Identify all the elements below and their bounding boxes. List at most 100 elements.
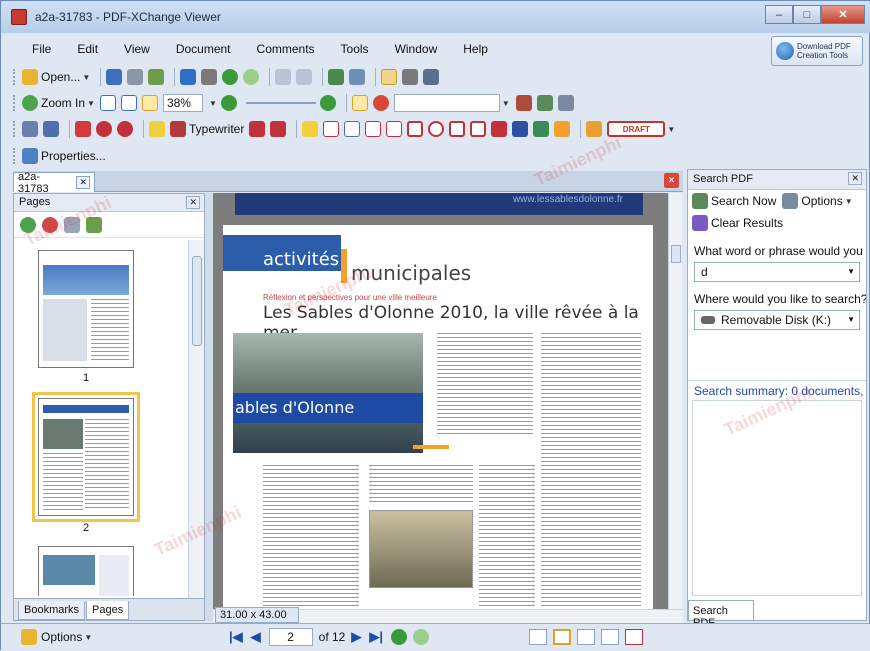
page-thumbnail-3[interactable] [38, 546, 134, 596]
stamp-icon[interactable] [586, 121, 603, 137]
toolbar-grip[interactable] [13, 121, 16, 137]
search-location-select[interactable]: Removable Disk (K:) ▼ [694, 310, 860, 330]
scrollbar-thumb[interactable] [671, 245, 681, 263]
strikeout-icon[interactable] [323, 121, 340, 137]
search-term-combo[interactable]: d ▼ [694, 262, 860, 282]
menu-window[interactable]: Window [395, 42, 438, 56]
line-icon[interactable] [386, 121, 403, 137]
actual-size-icon[interactable] [99, 95, 116, 111]
back-view-icon[interactable] [390, 629, 407, 645]
menu-tools[interactable]: Tools [341, 42, 369, 56]
measure-icon[interactable] [512, 121, 529, 137]
stamp-tool-icon[interactable] [22, 121, 38, 137]
redo-icon[interactable] [296, 69, 313, 85]
highlight-text-icon[interactable] [302, 121, 319, 137]
close-document-icon[interactable]: ✕ [664, 173, 679, 188]
download-pdf-creation-tools-button[interactable]: Download PDF Creation Tools [771, 36, 863, 66]
search-now-button[interactable]: Search Now [692, 193, 776, 209]
email-icon[interactable] [148, 69, 165, 85]
last-page-icon[interactable]: ▶| [369, 629, 383, 645]
zoom-plus-icon[interactable] [319, 95, 336, 111]
chevron-down-icon[interactable]: ▼ [847, 267, 855, 276]
close-tab-icon[interactable]: ✕ [76, 176, 90, 189]
tab-bookmarks[interactable]: Bookmarks [18, 601, 86, 620]
rectangle-icon[interactable] [407, 121, 424, 137]
thumbnail-scrollbar[interactable] [188, 240, 204, 598]
binoculars-icon[interactable] [536, 95, 553, 111]
search-options-icon[interactable] [557, 95, 574, 111]
toolbar-grip[interactable] [13, 148, 16, 164]
document-tab[interactable]: a2a-31783 ✕ [13, 171, 95, 195]
close-panel-icon[interactable]: ✕ [848, 172, 862, 185]
snapshot-icon[interactable] [402, 69, 419, 85]
toolbar-grip[interactable] [13, 69, 16, 85]
draft-stamp-selector[interactable]: DRAFT [607, 121, 666, 137]
clear-results-button[interactable]: Clear Results [692, 215, 783, 231]
menu-help[interactable]: Help [463, 42, 488, 56]
page-number-input[interactable]: 2 [268, 628, 313, 646]
single-page-icon[interactable] [529, 629, 547, 645]
close-panel-icon[interactable]: ✕ [186, 196, 200, 209]
pdf-icon[interactable] [625, 629, 643, 645]
pentagon-icon[interactable] [470, 121, 487, 137]
chevron-down-icon[interactable]: ▼ [87, 99, 95, 108]
chevron-down-icon[interactable]: ▼ [667, 125, 675, 134]
find-icon[interactable] [372, 95, 389, 111]
fit-page-icon[interactable] [120, 95, 137, 111]
document-scrollbar[interactable] [668, 193, 682, 611]
facing-pages-icon[interactable] [577, 629, 595, 645]
comment-icon[interactable] [149, 121, 165, 137]
tab-pages[interactable]: Pages [86, 601, 130, 620]
page-thumbnail-2[interactable] [32, 392, 140, 522]
oval-icon[interactable] [428, 121, 445, 137]
reduce-thumbnails-icon[interactable] [42, 216, 58, 233]
textbox-icon[interactable] [249, 121, 266, 137]
select-text-icon[interactable] [423, 69, 440, 85]
open-button[interactable]: Open... ▼ [22, 69, 90, 85]
zoom-level-field[interactable]: 38% [162, 94, 203, 112]
menu-comments[interactable]: Comments [257, 42, 315, 56]
cloud-icon[interactable] [96, 121, 112, 137]
status-options-button[interactable]: Options ▼ [21, 629, 92, 645]
menu-file[interactable]: File [32, 42, 51, 56]
enlarge-thumbnails-icon[interactable] [20, 216, 36, 233]
maximize-button[interactable]: □ [793, 5, 821, 24]
next-page-icon[interactable]: ▶ [351, 629, 361, 645]
undo-icon[interactable] [275, 69, 292, 85]
callout-icon[interactable] [270, 121, 287, 137]
zoom-slider[interactable] [245, 102, 316, 104]
chevron-down-icon[interactable]: ▼ [847, 315, 855, 324]
close-window-button[interactable]: ✕ [821, 5, 865, 24]
arrow-icon[interactable] [365, 121, 382, 137]
hand-tool-icon[interactable] [381, 69, 398, 85]
fit-width-icon[interactable] [141, 95, 158, 111]
underline-icon[interactable] [344, 121, 361, 137]
eraser-icon[interactable] [554, 121, 571, 137]
minimize-button[interactable]: – [765, 5, 793, 24]
polyline-icon[interactable] [449, 121, 466, 137]
continuous-facing-icon[interactable] [601, 629, 619, 645]
zoom-in-button[interactable]: Zoom In ▼ [22, 95, 95, 111]
search-options-button[interactable]: Options ▼ [782, 193, 853, 209]
search-input[interactable] [393, 94, 500, 112]
page-thumbnail-1[interactable] [38, 250, 134, 368]
menu-view[interactable]: View [124, 42, 150, 56]
pen-icon[interactable] [533, 121, 550, 137]
properties-button[interactable]: Properties... [22, 148, 106, 164]
highlight-search-icon[interactable] [351, 95, 368, 111]
search-next-icon[interactable] [515, 95, 532, 111]
previous-page-icon[interactable]: ◀ [251, 629, 261, 645]
ocr-icon[interactable] [201, 69, 218, 85]
document-view[interactable]: www.lessablesdolonne.fr activités munici… [213, 193, 668, 611]
forward-icon[interactable] [243, 69, 260, 85]
print-icon[interactable] [127, 69, 144, 85]
continuous-page-icon[interactable] [553, 629, 571, 645]
chevron-down-icon[interactable]: ▼ [502, 99, 510, 108]
menu-document[interactable]: Document [176, 42, 231, 56]
cloud-shape-icon[interactable] [491, 121, 508, 137]
zoom-out-icon[interactable] [220, 95, 237, 111]
chevron-down-icon[interactable]: ▼ [82, 73, 90, 82]
toolbar-grip[interactable] [13, 95, 16, 111]
scan-icon[interactable] [180, 69, 197, 85]
sticky-note-icon[interactable] [43, 121, 59, 137]
